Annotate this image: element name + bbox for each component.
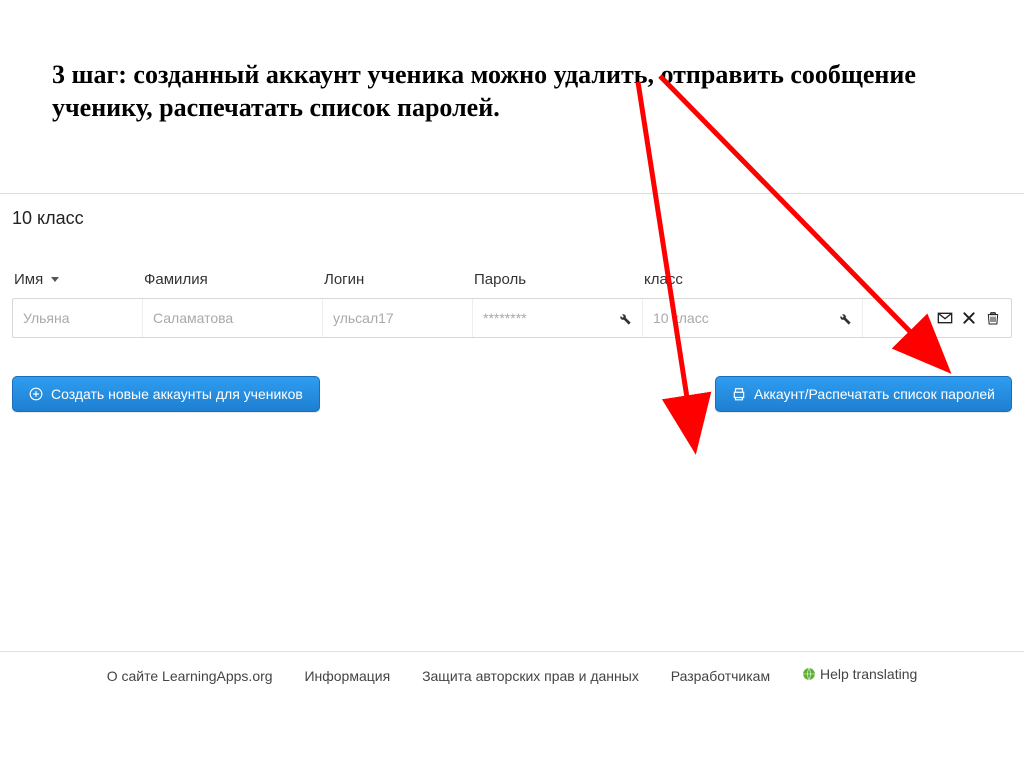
header-class[interactable]: класс [642, 271, 862, 288]
wrench-icon[interactable] [836, 310, 852, 326]
print-passwords-button[interactable]: Аккаунт/Распечатать список паролей [715, 376, 1012, 412]
footer: О сайте LearningApps.org Информация Защи… [0, 651, 1024, 684]
footer-help-label: Help translating [820, 666, 917, 682]
envelope-icon[interactable] [937, 310, 953, 326]
print-icon [732, 387, 746, 401]
globe-icon [802, 667, 816, 681]
cell-class-value: 10 класс [653, 310, 709, 326]
plus-circle-icon [29, 387, 43, 401]
footer-developers-link[interactable]: Разработчикам [671, 668, 770, 684]
cell-password-value: ******** [483, 310, 527, 326]
header-actions [862, 271, 1012, 288]
students-table: Имя Фамилия Логин Пароль класс Ульяна Са… [0, 271, 1024, 338]
header-surname[interactable]: Фамилия [142, 271, 322, 288]
header-password[interactable]: Пароль [472, 271, 642, 288]
cell-class[interactable]: 10 класс [643, 299, 863, 337]
table-header-row: Имя Фамилия Логин Пароль класс [12, 271, 1012, 298]
table-row: Ульяна Саламатова ульсал17 ******** 10 к… [12, 298, 1012, 338]
header-login[interactable]: Логин [322, 271, 472, 288]
class-title: 10 класс [0, 194, 1024, 235]
header-name[interactable]: Имя [12, 271, 142, 288]
create-accounts-button[interactable]: Создать новые аккаунты для учеников [12, 376, 320, 412]
cell-actions [863, 299, 1011, 337]
trash-icon[interactable] [985, 310, 1001, 326]
footer-about-link[interactable]: О сайте LearningApps.org [107, 668, 273, 684]
instruction-text: 3 шаг: созданный аккаунт ученика можно у… [0, 0, 1024, 145]
cell-surname[interactable]: Саламатова [143, 299, 323, 337]
footer-help-link[interactable]: Help translating [802, 666, 917, 682]
footer-info-link[interactable]: Информация [304, 668, 390, 684]
cell-login[interactable]: ульсал17 [323, 299, 473, 337]
print-passwords-label: Аккаунт/Распечатать список паролей [754, 386, 995, 402]
sort-caret-icon [51, 277, 59, 282]
cell-password[interactable]: ******** [473, 299, 643, 337]
close-icon[interactable] [961, 310, 977, 326]
create-accounts-label: Создать новые аккаунты для учеников [51, 386, 303, 402]
buttons-row: Создать новые аккаунты для учеников Акка… [0, 338, 1024, 412]
wrench-icon[interactable] [616, 310, 632, 326]
footer-copyright-link[interactable]: Защита авторских прав и данных [422, 668, 639, 684]
cell-name[interactable]: Ульяна [13, 299, 143, 337]
header-name-label: Имя [14, 271, 43, 288]
